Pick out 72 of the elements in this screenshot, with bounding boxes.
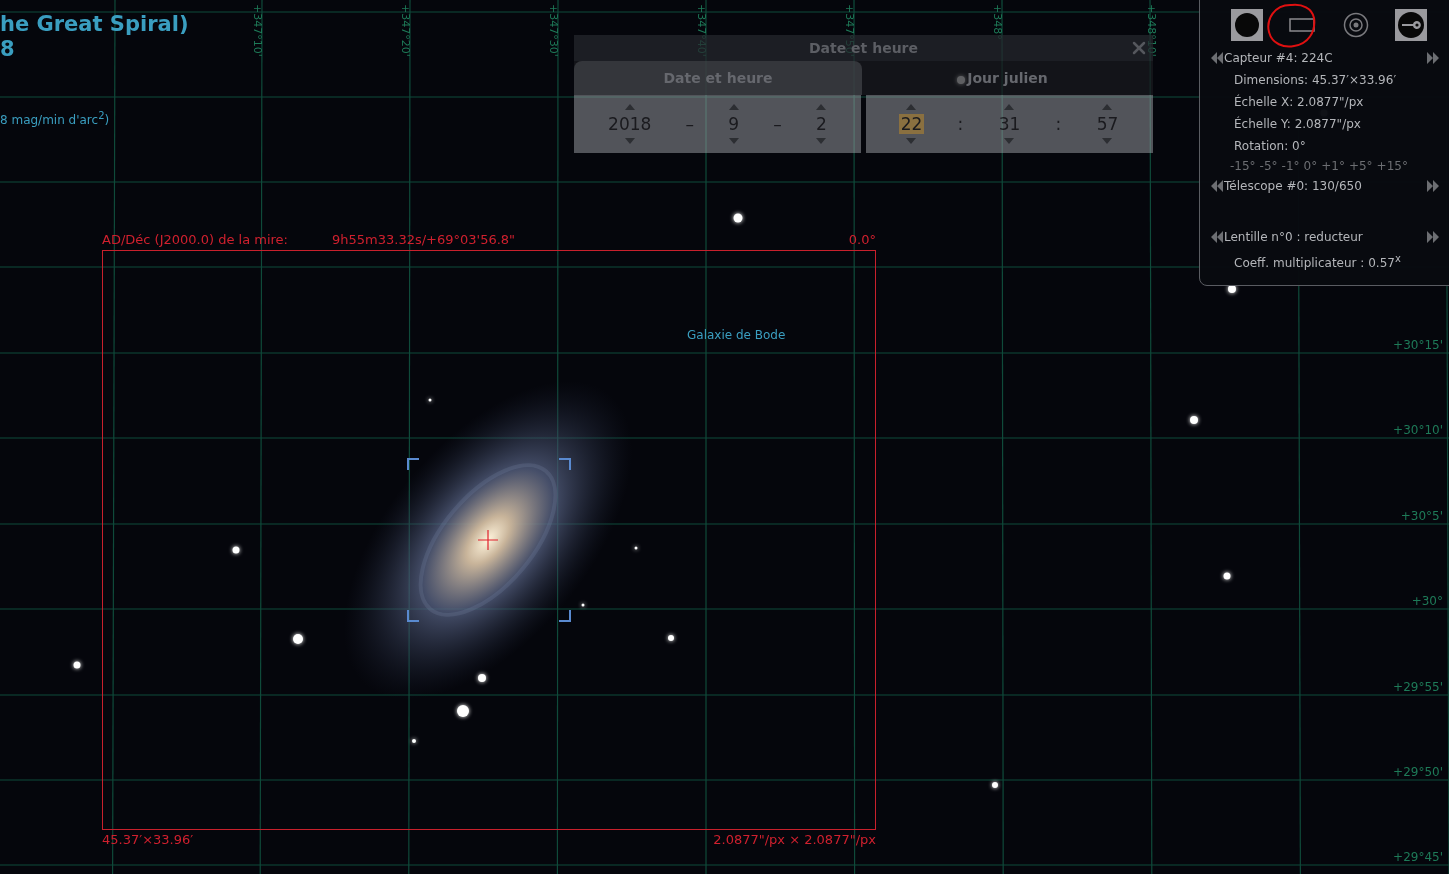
spin-field[interactable]: 2018: [606, 114, 654, 134]
grid-label: +30°15': [1393, 338, 1443, 352]
tab[interactable]: Jour julien: [862, 61, 1153, 95]
telescope-name: Télescope #0: 130/650: [1224, 179, 1362, 193]
coords-label: AD/Déc (J2000.0) de la mire:: [102, 232, 288, 247]
object-title: 8: [0, 37, 15, 62]
separator: :: [1055, 114, 1062, 134]
sensor-detail: Rotation: 0°: [1234, 138, 1306, 155]
rotation-button[interactable]: +15°: [1376, 157, 1408, 175]
lens-detail: Coeff. multiplicateur : 0.57$^{x}$: [1234, 252, 1401, 270]
circle-icon: [1234, 12, 1261, 38]
up-arrow-icon[interactable]: [816, 104, 827, 110]
previous-button[interactable]: [1210, 51, 1224, 65]
grid-label: +29°45': [1393, 850, 1443, 864]
up-arrow-icon[interactable]: [624, 104, 635, 110]
crosshair-icon: [478, 530, 498, 550]
previous-button[interactable]: [1210, 179, 1224, 193]
down-arrow-icon[interactable]: [906, 138, 917, 144]
grid-label: +347°10': [251, 4, 264, 57]
grid-label: +30°: [1411, 594, 1443, 608]
sensor-name: Capteur #4: 224C: [1224, 51, 1333, 65]
coords-value: 9h55m33.32s/+69°03'56.8": [332, 232, 516, 247]
separator: –: [685, 114, 695, 134]
tool-button[interactable]: [1231, 9, 1264, 41]
grid-label: +348°10': [1145, 4, 1158, 57]
spin-field[interactable]: 2: [814, 114, 829, 134]
sensor-detail: Dimensions: 45.37′×33.96′: [1234, 72, 1397, 89]
spin-field[interactable]: 57: [1094, 114, 1121, 134]
rotation-value: 0.0°: [848, 232, 876, 247]
up-arrow-icon[interactable]: [906, 104, 917, 110]
grid-label: +30°5': [1400, 509, 1443, 523]
down-arrow-icon[interactable]: [1102, 138, 1113, 144]
grid-label: +29°55': [1393, 680, 1443, 694]
surface-brightness: 8 mag/min d'arc$^{2}$): [0, 110, 110, 127]
grid-label: +348°: [991, 4, 1004, 40]
object-label: Galaxie de Bode: [687, 328, 786, 342]
separator: :: [957, 114, 964, 134]
spin-field[interactable]: 22: [898, 114, 925, 134]
target-icon: [1343, 12, 1370, 38]
next-button[interactable]: [1426, 51, 1440, 65]
rotation-button[interactable]: 0°: [1303, 157, 1318, 175]
pixel-scale: 2.0877"/px × 2.0877"/px: [713, 832, 876, 847]
down-arrow-icon[interactable]: [624, 138, 635, 144]
grid-label: +29°50': [1393, 765, 1443, 779]
sensor-detail: Échelle X: 2.0877"/px: [1234, 93, 1364, 111]
down-arrow-icon[interactable]: [1004, 138, 1015, 144]
up-arrow-icon[interactable]: [1004, 104, 1015, 110]
sensor-detail: Échelle Y: 2.0877"/px: [1234, 115, 1361, 133]
spin-field[interactable]: 31: [996, 114, 1023, 134]
rotation-button[interactable]: +5°: [1348, 157, 1373, 175]
grid-label: +30°10': [1393, 423, 1443, 437]
up-arrow-icon[interactable]: [1102, 104, 1113, 110]
rotation-button[interactable]: -15°: [1230, 157, 1256, 175]
tool-button[interactable]: [1394, 9, 1427, 41]
down-arrow-icon[interactable]: [816, 138, 827, 144]
object-title: he Great Spiral): [0, 12, 189, 37]
rotation-button[interactable]: +1°: [1321, 157, 1345, 175]
next-button[interactable]: [1426, 230, 1440, 244]
rotation-button[interactable]: -5°: [1259, 157, 1278, 175]
down-arrow-icon[interactable]: [728, 138, 739, 144]
spin-field[interactable]: 9: [726, 114, 742, 134]
separator: –: [773, 114, 782, 134]
next-button[interactable]: [1426, 179, 1440, 193]
previous-button[interactable]: [1210, 230, 1224, 244]
up-arrow-icon[interactable]: [728, 104, 739, 110]
rotation-button[interactable]: -1°: [1281, 157, 1300, 175]
rectangle-icon: [1288, 18, 1315, 32]
grid-label: +347°20': [399, 4, 412, 57]
wrench-icon: [1396, 11, 1425, 39]
grid-label: +347°30': [547, 4, 560, 57]
field-size: 45.37′×33.96′: [102, 832, 194, 847]
lens-name: Lentille n°0 : reducteur: [1224, 230, 1363, 244]
